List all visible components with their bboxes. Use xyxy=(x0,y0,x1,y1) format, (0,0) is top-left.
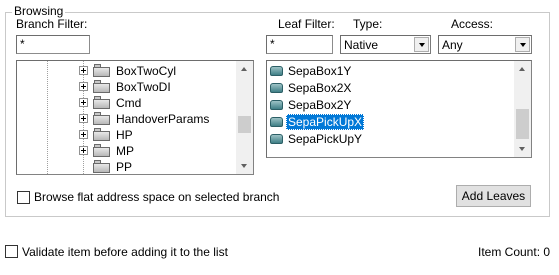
folder-icon xyxy=(93,64,111,77)
folder-icon xyxy=(93,96,111,109)
expand-icon[interactable] xyxy=(79,130,88,139)
arrow-down-icon xyxy=(241,164,247,168)
type-label: Type: xyxy=(353,17,383,31)
tree-item-cmd[interactable]: Cmd xyxy=(17,95,237,111)
leaves-list[interactable]: SepaBox1Y SepaBox2X SepaBox2Y SepaPickUp… xyxy=(266,60,532,158)
tree-item-hp[interactable]: HP xyxy=(17,127,237,143)
leaf-tag-icon xyxy=(270,100,283,110)
folder-icon xyxy=(93,80,111,93)
tree-item-pp[interactable]: PP xyxy=(17,159,237,174)
expand-icon[interactable] xyxy=(79,114,88,123)
leaf-tag-icon xyxy=(270,134,283,144)
folder-icon xyxy=(93,144,111,157)
expand-icon[interactable] xyxy=(79,66,88,75)
expand-icon[interactable] xyxy=(79,82,88,91)
scroll-up-button[interactable] xyxy=(236,61,253,78)
item-count-label: Item Count: 0 xyxy=(478,245,551,259)
browse-flat-checkbox[interactable] xyxy=(17,191,30,204)
access-select[interactable]: Any xyxy=(438,35,532,54)
tree-item-mp[interactable]: MP xyxy=(17,143,237,159)
browse-flat-label: Browse flat address space on selected br… xyxy=(34,190,280,204)
leaf-label: SepaBox2X xyxy=(288,81,352,95)
add-leaves-button[interactable]: Add Leaves xyxy=(456,185,531,207)
tree-vertical-scrollbar[interactable] xyxy=(236,61,253,174)
folder-icon xyxy=(93,112,111,125)
type-dropdown-button[interactable] xyxy=(414,37,429,52)
scroll-up-button[interactable] xyxy=(514,61,531,78)
leaf-tag-icon xyxy=(270,83,283,93)
leaves-vertical-scrollbar[interactable] xyxy=(514,61,531,157)
browsing-group-title: Browsing xyxy=(12,4,66,18)
access-dropdown-button[interactable] xyxy=(515,37,530,52)
type-select[interactable]: Native xyxy=(340,35,431,54)
access-select-value: Any xyxy=(442,38,463,52)
leaf-tag-icon xyxy=(270,66,283,76)
leaf-label: SepaPickUpX xyxy=(286,114,365,130)
scroll-thumb[interactable] xyxy=(238,116,251,133)
validate-item-checkbox[interactable] xyxy=(5,245,18,258)
tree-item-boxtwocyl[interactable]: BoxTwoCyl xyxy=(17,63,237,79)
scroll-down-button[interactable] xyxy=(236,157,253,174)
list-item[interactable]: SepaBox2Y xyxy=(270,97,500,113)
tree-item-label: PP xyxy=(116,160,133,174)
scroll-thumb[interactable] xyxy=(516,109,529,139)
arrow-down-icon xyxy=(519,147,525,151)
tree-item-handoverparams[interactable]: HandoverParams xyxy=(17,111,237,127)
list-item[interactable]: SepaBox1Y xyxy=(270,63,500,79)
list-item-selected[interactable]: SepaPickUpX xyxy=(270,114,500,130)
arrow-up-icon xyxy=(519,67,525,71)
leaf-label: SepaBox1Y xyxy=(288,64,352,78)
leaf-tag-icon xyxy=(270,117,283,127)
folder-icon xyxy=(93,128,111,141)
branch-filter-label: Branch Filter: xyxy=(16,17,88,31)
branch-filter-input[interactable]: * xyxy=(16,35,90,54)
access-label: Access: xyxy=(451,17,494,31)
type-select-value: Native xyxy=(344,38,379,52)
leaf-filter-input[interactable]: * xyxy=(266,35,333,54)
scroll-down-button[interactable] xyxy=(514,140,531,157)
chevron-down-icon xyxy=(418,42,425,47)
expand-icon[interactable] xyxy=(79,146,88,155)
folder-icon xyxy=(93,160,111,173)
leaf-label: SepaPickUpY xyxy=(288,132,363,146)
tree-item-boxtwodi[interactable]: BoxTwoDI xyxy=(17,79,237,95)
arrow-up-icon xyxy=(241,67,247,71)
leaf-label: SepaBox2Y xyxy=(288,98,352,112)
tree-item-label: BoxTwoDI xyxy=(116,80,171,94)
list-item[interactable]: SepaPickUpY xyxy=(270,131,500,147)
list-item[interactable]: SepaBox2X xyxy=(270,80,500,96)
tree-item-label: HandoverParams xyxy=(116,112,210,126)
chevron-down-icon xyxy=(519,42,526,47)
tree-item-label: Cmd xyxy=(116,96,142,110)
tree-item-label: BoxTwoCyl xyxy=(116,64,177,78)
tree-item-label: HP xyxy=(116,128,133,142)
leaf-filter-label: Leaf Filter: xyxy=(278,17,335,31)
branch-tree[interactable]: BoxTwoCyl BoxTwoDI Cmd HandoverParams HP… xyxy=(16,60,254,175)
tree-item-label: MP xyxy=(116,144,134,158)
validate-item-label: Validate item before adding it to the li… xyxy=(22,245,228,259)
expand-icon[interactable] xyxy=(79,98,88,107)
